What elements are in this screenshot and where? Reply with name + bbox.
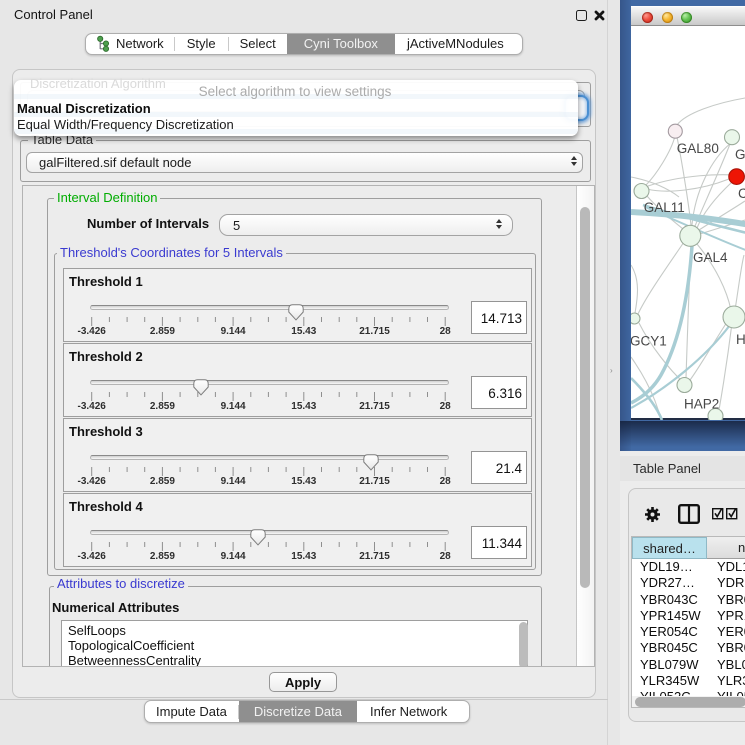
svg-text:GAL11: GAL11 (644, 200, 685, 215)
svg-text:GCY1: GCY1 (631, 334, 667, 349)
svg-text:C: C (738, 186, 745, 201)
svg-text:GAL4: GAL4 (693, 250, 728, 265)
svg-text:H: H (736, 332, 745, 347)
svg-text:GAL80: GAL80 (677, 141, 719, 156)
svg-text:HAP2: HAP2 (684, 397, 719, 412)
svg-text:GAL: GAL (735, 147, 745, 162)
